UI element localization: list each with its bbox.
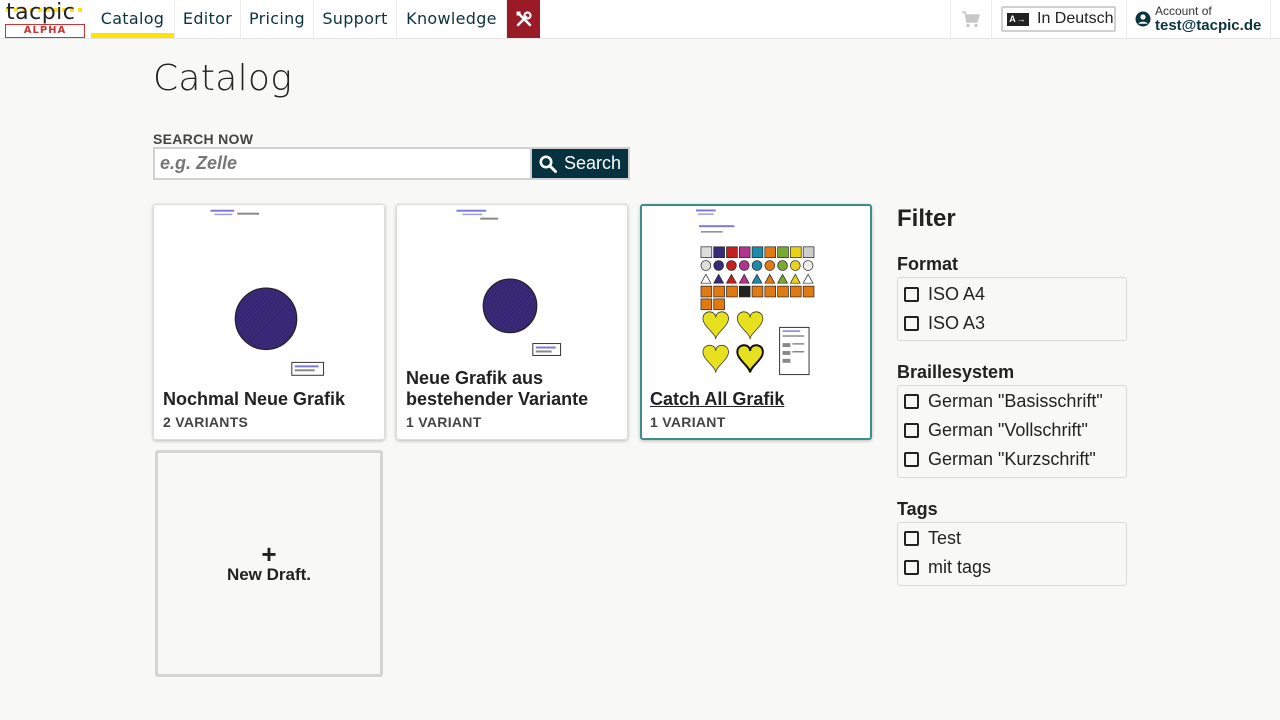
filter-group-braille: German "Basisschrift" German "Vollschrif… (897, 385, 1127, 478)
filter-option[interactable]: mit tags (904, 556, 991, 578)
filter-option[interactable]: ISO A3 (904, 312, 985, 334)
cart-icon (962, 11, 980, 28)
graphic-thumbnail (210, 209, 325, 376)
search-label: SEARCH NOW (153, 131, 254, 147)
filter-option-label: ISO A3 (928, 312, 986, 333)
nav-editor[interactable]: Editor (175, 0, 241, 38)
filter-group-braille-label: Braillesystem (897, 362, 1015, 382)
language-switch-button[interactable]: A→ In Deutsch (1001, 6, 1116, 32)
search-icon (539, 155, 557, 173)
filter-option[interactable]: ISO A4 (904, 283, 985, 305)
tacpic-logo[interactable]: tacpic ALPHA (4, 0, 86, 38)
search-button-label: Search (563, 153, 622, 173)
checkbox[interactable] (904, 315, 919, 331)
filter-option-label: Test (928, 527, 962, 548)
tools-button[interactable] (507, 0, 540, 38)
nav-knowledge[interactable]: Knowledge (397, 0, 507, 38)
filter-group-format: ISO A4 ISO A3 (897, 277, 1127, 341)
card-title: Neue Grafik aus bestehender Variante (406, 368, 589, 409)
checkbox[interactable] (904, 393, 919, 409)
filter-option[interactable]: German "Kurzschrift" (904, 448, 1096, 470)
graphic-card[interactable]: Nochmal Neue Grafik 2 VARIANTS (153, 204, 385, 440)
account-email: test@tacpic.de (1155, 17, 1262, 34)
filter-group-tags-label: Tags (897, 499, 938, 519)
graphic-card[interactable]: Neue Grafik aus bestehender Variante 1 V… (396, 204, 628, 440)
card-variant-count: 1 VARIANT (650, 414, 726, 430)
language-switch-container: A→ In Deutsch (992, 0, 1127, 38)
search-button[interactable]: Search (530, 147, 630, 180)
filter-group-format-label: Format (897, 254, 959, 274)
nav-support[interactable]: Support (314, 0, 397, 38)
checkbox[interactable] (904, 451, 919, 467)
account-label: Account of (1155, 4, 1212, 18)
filter-option[interactable]: Test (904, 527, 961, 549)
language-label: In Deutsch (1037, 10, 1114, 27)
page-title: Catalog (153, 58, 293, 99)
alpha-badge: ALPHA (5, 24, 85, 38)
new-draft-button[interactable]: + New Draft. (155, 450, 383, 677)
graphic-thumbnail (696, 209, 815, 376)
user-icon (1135, 11, 1151, 27)
plus-icon: + (261, 538, 277, 569)
new-draft-label: New Draft. (226, 564, 312, 584)
checkbox[interactable] (904, 422, 919, 438)
tools-icon (516, 11, 532, 27)
language-icon: A→ (1007, 12, 1029, 26)
card-variant-count: 1 VARIANT (406, 414, 482, 430)
checkbox[interactable] (904, 559, 919, 575)
filter-option-label: German "Vollschrift" (928, 419, 1088, 440)
filter-option-label: German "Kurzschrift" (928, 448, 1096, 469)
filter-option-label: ISO A4 (928, 283, 986, 304)
filter-option[interactable]: German "Basisschrift" (904, 390, 1103, 412)
filter-option[interactable]: German "Vollschrift" (904, 419, 1088, 441)
nav-catalog[interactable]: Catalog (91, 0, 175, 38)
filter-option-label: mit tags (928, 556, 992, 577)
filter-title: Filter (897, 205, 956, 232)
logo-text: tacpic (6, 0, 76, 25)
card-title: Nochmal Neue Grafik (163, 389, 346, 409)
graphic-card-selected[interactable]: Catch All Grafik 1 VARIANT (640, 204, 872, 440)
checkbox[interactable] (904, 286, 919, 302)
account-menu[interactable]: Account of test@tacpic.de (1127, 0, 1271, 38)
graphic-thumbnail (456, 209, 562, 356)
top-navbar: tacpic ALPHA Catalog Editor Pricing Supp… (0, 0, 1280, 39)
nav-pricing[interactable]: Pricing (241, 0, 314, 38)
card-title[interactable]: Catch All Grafik (650, 389, 864, 410)
checkbox[interactable] (904, 530, 919, 546)
filter-option-label: German "Basisschrift" (928, 390, 1103, 411)
card-variant-count: 2 VARIANTS (163, 414, 249, 430)
search-input[interactable] (153, 147, 530, 180)
filter-group-tags: Test mit tags (897, 522, 1127, 586)
cart-button[interactable] (950, 0, 992, 38)
